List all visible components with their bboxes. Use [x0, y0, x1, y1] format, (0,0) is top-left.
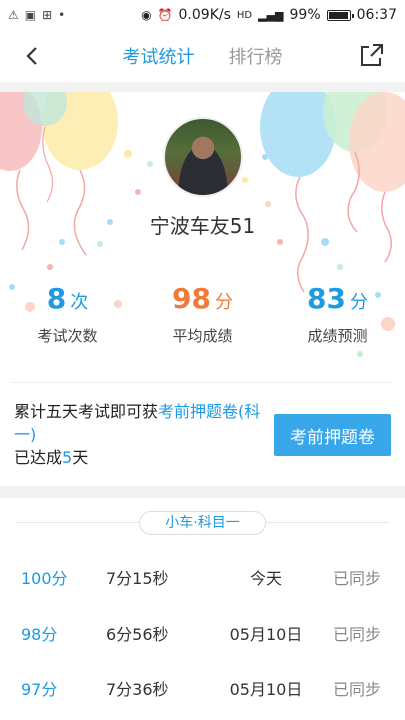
- stat-value: 8: [46, 282, 67, 315]
- stat-label: 成绩预测: [307, 327, 368, 345]
- row-duration: 7分15秒: [106, 569, 169, 588]
- achieved-prefix: 已达成: [14, 448, 63, 467]
- profile-header: 宁波车友51 8次 考试次数 98 分 平均成绩 83 分 成绩预测: [0, 92, 405, 382]
- achieved-suffix: 天: [72, 448, 89, 467]
- row-status: 已同步: [333, 625, 382, 644]
- stat-average-score: 98 分 平均成绩: [135, 282, 270, 346]
- stat-predicted-score: 83 分 成绩预测: [270, 282, 405, 346]
- row-date: 05月10日: [229, 680, 303, 699]
- stat-value: 83: [307, 282, 346, 315]
- promo-section: 累计五天考试即可获考前押题卷(科一) 已达成5天 考前押题卷: [12, 382, 393, 477]
- warning-icon: ⚠: [8, 8, 19, 22]
- row-status: 已同步: [333, 680, 382, 699]
- promo-prefix: 累计五天考试即可获: [14, 402, 159, 421]
- row-score: 100分: [21, 569, 68, 588]
- username: 宁波车友51: [149, 214, 256, 238]
- row-score: 98分: [21, 625, 58, 644]
- network-speed: 0.09K/s: [178, 7, 231, 23]
- divider: [0, 486, 405, 498]
- chevron-left-icon: [26, 47, 37, 65]
- stat-unit: 分: [214, 292, 233, 313]
- row-date: 05月10日: [229, 625, 303, 644]
- promo-text: 累计五天考试即可获考前押题卷(科一) 已达成5天: [14, 400, 269, 469]
- stat-unit: 次: [70, 292, 89, 313]
- share-icon: [361, 44, 383, 66]
- stats-row: 8次 考试次数 98 分 平均成绩 83 分 成绩预测: [0, 282, 405, 346]
- share-button[interactable]: [357, 40, 387, 70]
- tab-leaderboard[interactable]: 排行榜: [229, 35, 283, 77]
- status-bar: ⚠ ▣ ⊞ • ◉ ⏰ 0.09K/s HD ▂▄▆ 99% 06:37: [0, 0, 405, 30]
- more-icon: •: [58, 8, 66, 22]
- tab-exam-stats[interactable]: 考试统计: [123, 35, 195, 77]
- location-icon: ◉: [141, 8, 152, 22]
- image-icon: ▣: [24, 8, 37, 22]
- divider: [0, 82, 405, 92]
- avatar[interactable]: [163, 117, 243, 197]
- hd-label: HD: [236, 9, 253, 21]
- stat-label: 平均成绩: [172, 327, 233, 345]
- battery-icon: [326, 9, 354, 21]
- row-date: 今天: [249, 569, 282, 588]
- table-row[interactable]: 98分 6分56秒 05月10日 已同步: [0, 605, 405, 659]
- apps-icon: ⊞: [42, 8, 53, 22]
- category-badge: 小车·科目一: [139, 511, 266, 535]
- nav-bar: 考试统计 排行榜: [0, 30, 405, 82]
- exam-records: 小车·科目一 100分 7分15秒 今天 已同步 98分 6分56秒 05月10…: [0, 498, 405, 720]
- stat-exam-count: 8次 考试次数: [0, 282, 135, 346]
- signal-icon: ▂▄▆: [258, 8, 284, 22]
- clock: 06:37: [356, 7, 397, 23]
- row-score: 97分: [21, 680, 58, 699]
- alarm-icon: ⏰: [157, 8, 173, 22]
- row-status: 已同步: [333, 569, 382, 588]
- back-button[interactable]: [18, 42, 46, 70]
- table-row[interactable]: 97分 7分36秒 05月10日 已同步: [0, 660, 405, 714]
- stat-unit: 分: [349, 292, 368, 313]
- table-row[interactable]: 100分 7分15秒 今天 已同步: [0, 549, 405, 603]
- notification-icons: ⚠ ▣ ⊞ •: [8, 8, 65, 22]
- achieved-days: 5: [62, 448, 73, 467]
- stat-value: 98: [172, 282, 211, 315]
- row-duration: 6分56秒: [106, 625, 169, 644]
- battery-percent: 99%: [289, 7, 321, 23]
- exam-paper-button[interactable]: 考前押题卷: [274, 414, 391, 456]
- stat-label: 考试次数: [37, 327, 98, 345]
- row-duration: 7分36秒: [106, 680, 169, 699]
